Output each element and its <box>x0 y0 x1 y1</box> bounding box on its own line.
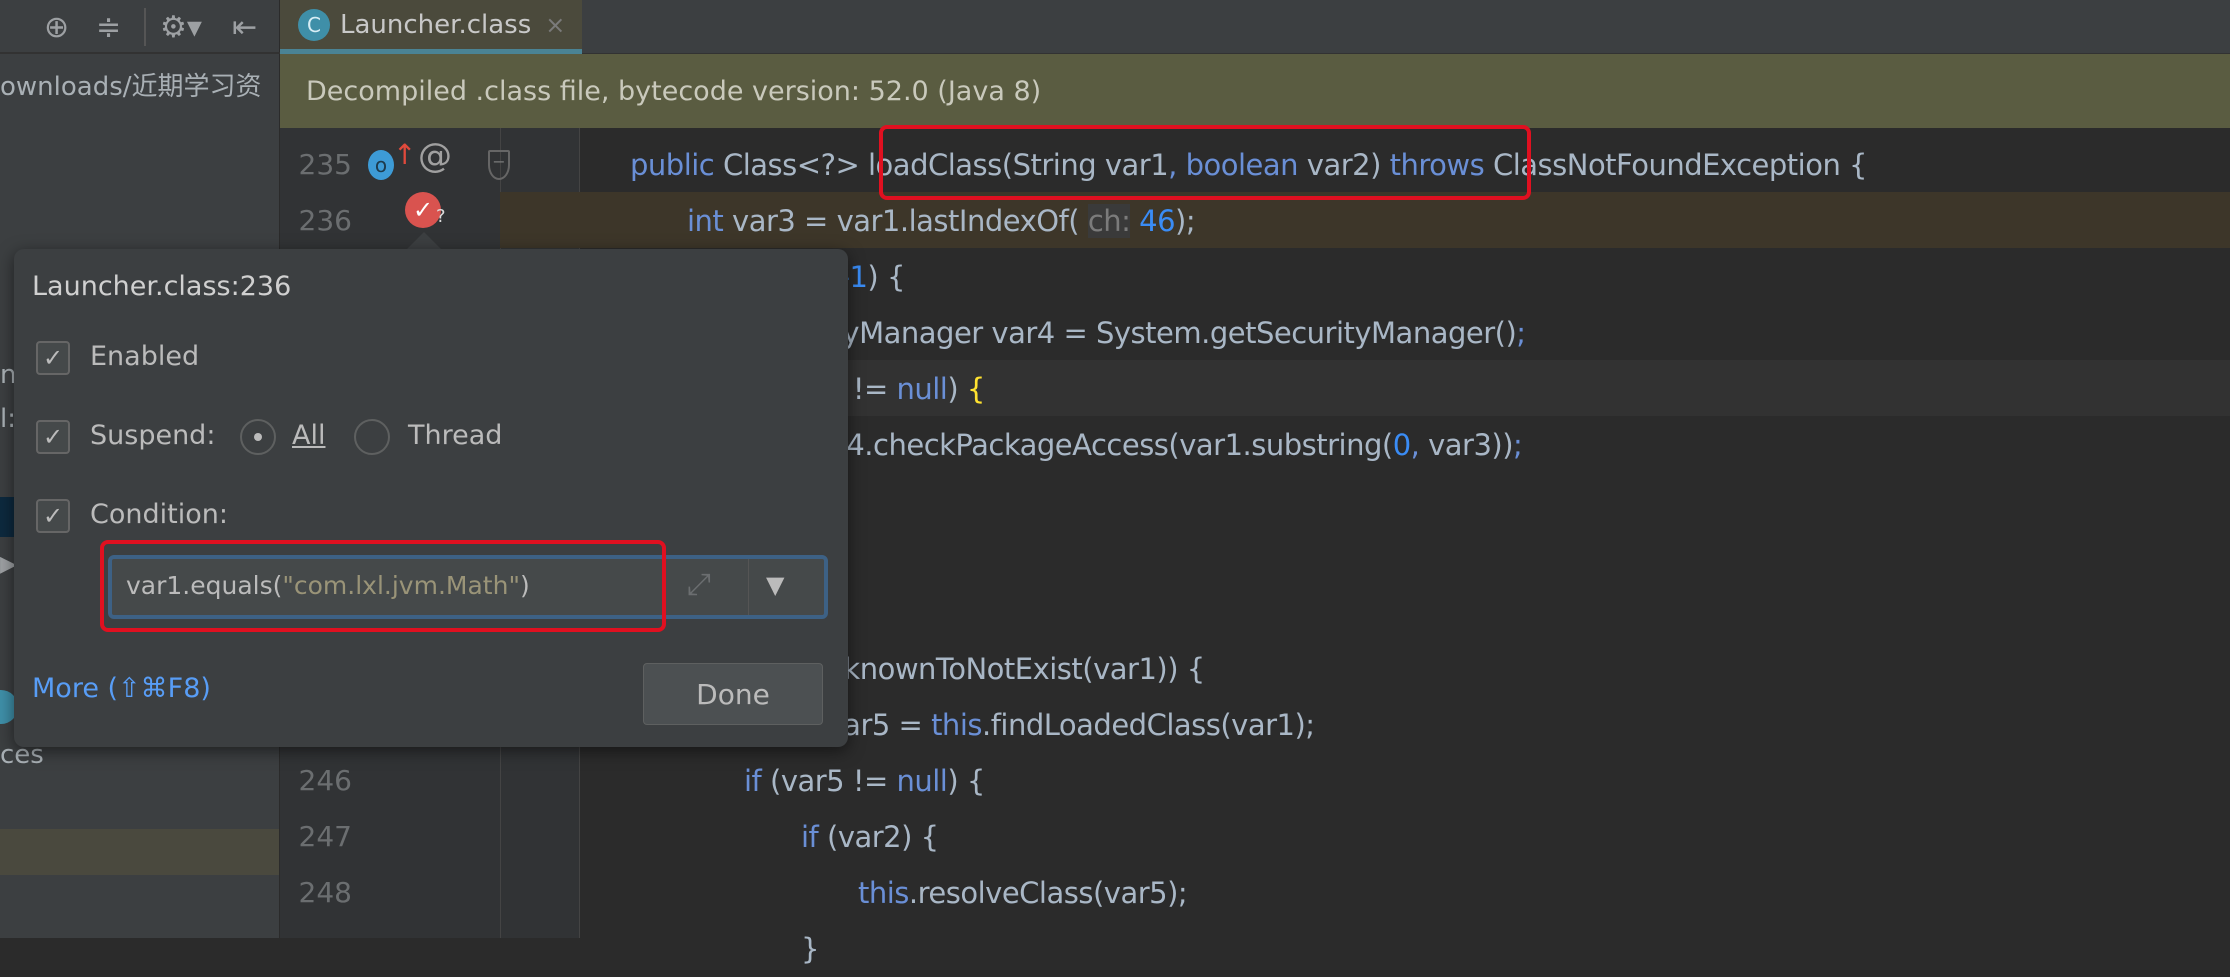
code-token: , <box>1410 428 1429 462</box>
done-button[interactable]: Done <box>643 663 823 725</box>
condition-label: Condition: <box>90 499 228 530</box>
code-token: .resolveClass(var5); <box>908 876 1188 910</box>
code-token: public <box>630 148 723 182</box>
selected-tree-row[interactable] <box>0 497 14 537</box>
radio-all-label[interactable]: All <box>292 420 325 451</box>
more-link[interactable]: More (⇧⌘F8) <box>32 673 211 704</box>
code-token: 0 <box>1392 428 1411 462</box>
hide-panel-icon[interactable]: ⇤ <box>232 10 257 45</box>
up-arrow-icon[interactable]: ↑ <box>393 138 416 171</box>
suspend-label: Suspend: <box>90 420 216 451</box>
code-token: ch: <box>1087 204 1131 238</box>
code-token: this <box>858 876 909 910</box>
radio-thread[interactable] <box>354 419 390 455</box>
project-toolbar: ⊕ ≑ ⚙▾ ⇤ <box>0 0 280 54</box>
suspend-checkbox[interactable]: ✓ <box>36 420 70 454</box>
editor-tabs: C Launcher.class × <box>280 0 2230 54</box>
gear-icon[interactable]: ⚙▾ <box>160 10 202 45</box>
code-line[interactable]: } <box>801 921 819 977</box>
code-line[interactable]: this.resolveClass(var5); <box>858 865 1188 921</box>
code-token: (var2) { <box>827 820 939 854</box>
code-token: ; <box>1513 428 1523 462</box>
overrides-method-icon[interactable]: o <box>368 150 394 180</box>
code-token: var3)) <box>1428 428 1514 462</box>
code-token: .findLoadedClass(var1); <box>981 708 1315 742</box>
locate-icon[interactable]: ⊕ <box>44 10 69 45</box>
code-token: ClassNotFoundException { <box>1492 148 1868 182</box>
code-token: var4.checkPackageAccess(var1.substring( <box>801 428 1393 462</box>
enabled-checkbox[interactable]: ✓ <box>36 341 70 375</box>
code-token: ) { <box>947 764 985 798</box>
annotation-highlight-box <box>100 540 666 632</box>
code-token: null <box>896 372 948 406</box>
code-token: this <box>931 708 982 742</box>
expand-icon[interactable]: ⤢ <box>687 567 711 602</box>
breakpoint-popup: Launcher.class:236 ✓ Enabled ✓ Suspend: … <box>14 249 848 747</box>
code-token: if <box>801 820 827 854</box>
tab-label: Launcher.class <box>340 9 532 40</box>
code-line[interactable]: SecurityManager var4 = System.getSecurit… <box>744 305 1526 361</box>
code-token: ) <box>947 372 967 406</box>
code-token: int <box>687 204 733 238</box>
question-icon: ? <box>436 206 446 227</box>
line-number[interactable]: 235 <box>292 137 352 193</box>
collapse-all-icon[interactable]: ≑ <box>96 10 121 45</box>
code-token: ); <box>1175 204 1196 238</box>
condition-checkbox[interactable]: ✓ <box>36 499 70 533</box>
code-token: ; <box>1516 316 1526 350</box>
line-number[interactable]: 246 <box>292 753 352 809</box>
code-token: SecurityManager var4 = System.getSecurit… <box>744 316 1517 350</box>
fold-marker-icon[interactable]: − <box>488 150 510 180</box>
code-token: 46 <box>1130 204 1176 238</box>
code-line[interactable]: if (var5 != null) { <box>744 753 985 809</box>
project-path: ownloads/近期学习资 <box>0 72 262 102</box>
radio-all[interactable] <box>240 419 276 455</box>
code-token: ) { <box>867 260 905 294</box>
line-number[interactable]: 248 <box>292 865 352 921</box>
code-token: Class<?> <box>722 148 868 182</box>
decompiled-banner: Decompiled .class file, bytecode version… <box>280 54 2230 128</box>
dropdown-arrow-icon[interactable]: ▼ <box>766 571 784 599</box>
code-token: } <box>801 932 819 966</box>
code-token: null <box>896 764 948 798</box>
code-token: { <box>966 372 985 406</box>
highlighted-tree-row[interactable] <box>0 829 279 875</box>
line-number[interactable]: 247 <box>292 809 352 865</box>
enabled-label: Enabled <box>90 341 200 372</box>
divider <box>144 8 146 46</box>
line-number[interactable]: 236 <box>292 193 352 249</box>
popup-title: Launcher.class:236 <box>32 271 292 302</box>
radio-thread-label[interactable]: Thread <box>408 420 502 451</box>
code-line[interactable]: if (var2) { <box>801 809 939 865</box>
code-token: (var5 != <box>770 764 897 798</box>
close-icon[interactable]: × <box>545 11 565 39</box>
class-file-icon: C <box>298 8 330 41</box>
annotation-highlight-box <box>879 125 1531 200</box>
tab-launcher-class[interactable]: C Launcher.class × <box>280 0 582 54</box>
code-token: if <box>744 764 770 798</box>
code-line[interactable]: var4.checkPackageAccess(var1.substring(0… <box>801 417 1523 473</box>
code-line[interactable]: int var3 = var1.lastIndexOf( ch: 46); <box>687 193 1196 249</box>
code-token: var3 = var1.lastIndexOf( <box>732 204 1088 238</box>
annotation-icon[interactable]: @ <box>418 136 452 176</box>
